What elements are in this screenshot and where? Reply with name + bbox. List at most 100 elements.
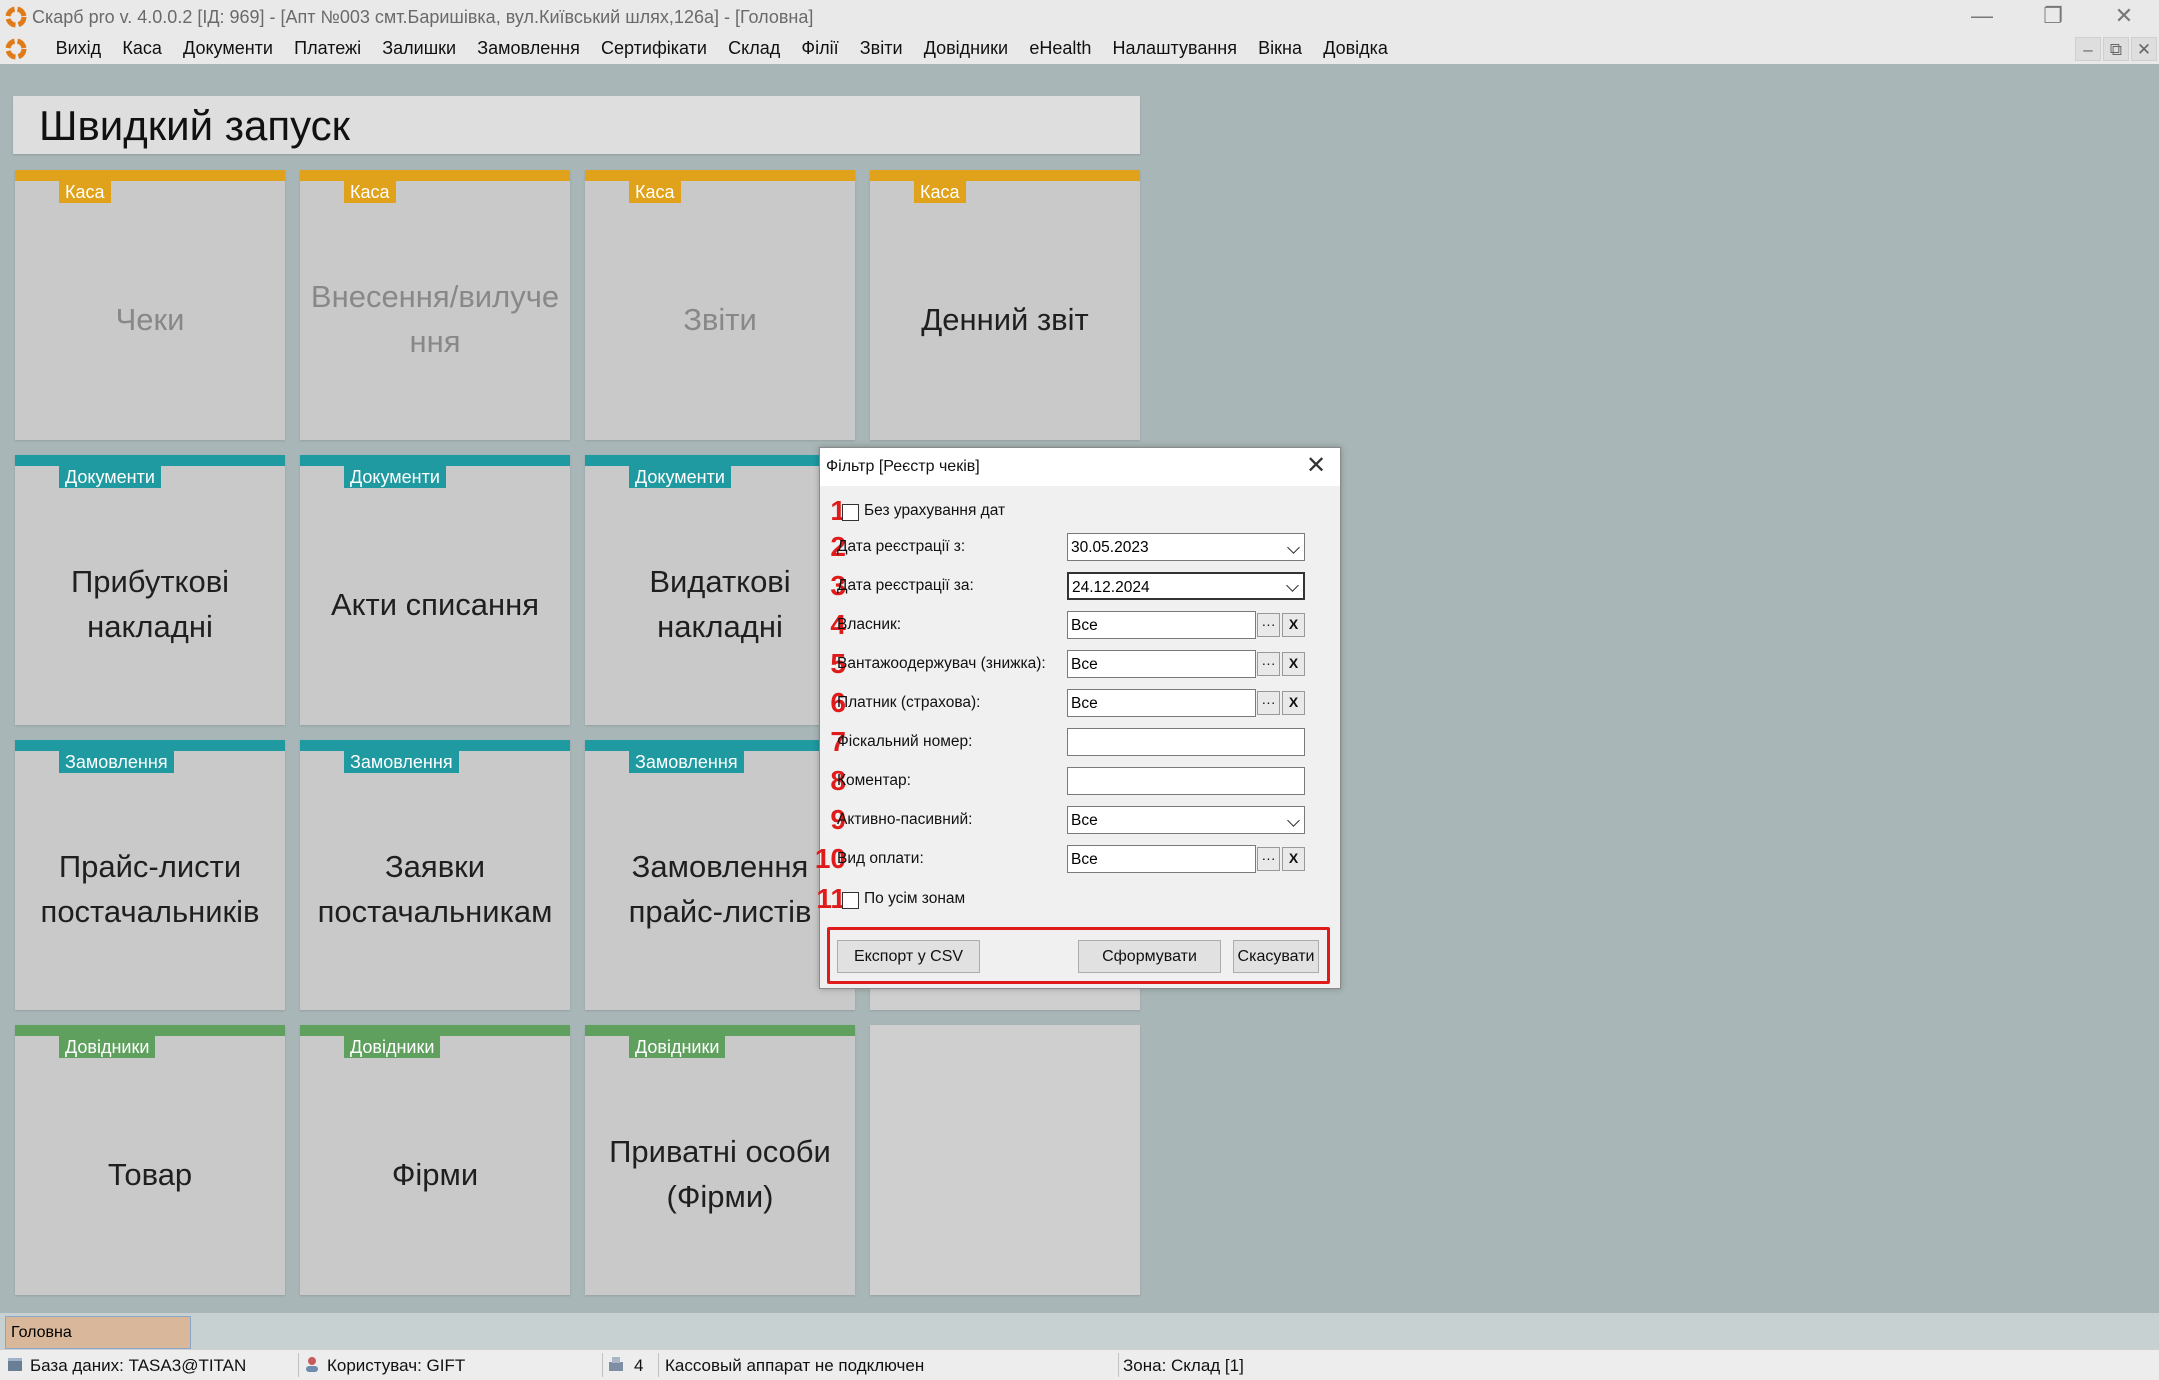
menu-reports[interactable]: Звіти: [849, 38, 913, 59]
payer-lookup-button[interactable]: ···: [1257, 691, 1280, 715]
tile-incoming-invoices[interactable]: Документи Прибуткові накладні: [15, 455, 285, 725]
app-logo-icon: [5, 6, 27, 28]
mdi-restore-button[interactable]: ⧉: [2103, 37, 2129, 61]
tile-category-badge: Замовлення: [344, 751, 459, 773]
tile-label: Видаткові накладні: [649, 564, 791, 644]
window-title: Скарб pro v. 4.0.0.2 [ІД: 969] - [Апт №0…: [32, 7, 814, 27]
status-count: 4: [634, 1356, 644, 1375]
mdi-task-bar: [0, 1313, 2159, 1349]
menu-documents[interactable]: Документи: [172, 38, 283, 59]
row-active-passive: 9 Активно-пасивний: Все: [820, 805, 1340, 835]
owner-label: Власник:: [837, 616, 902, 633]
payment-type-field[interactable]: Все: [1067, 845, 1256, 873]
all-zones-checkbox[interactable]: [842, 892, 859, 909]
menu-ehealth[interactable]: eHealth: [1019, 38, 1102, 59]
dialog-title: Фільтр [Реєстр чеків]: [826, 458, 980, 475]
dialog-titlebar: Фільтр [Реєстр чеків] ✕: [820, 448, 1340, 486]
active-passive-value: Все: [1071, 812, 1098, 829]
tile-category-bar: [300, 170, 570, 181]
tile-category-badge: Замовлення: [59, 751, 174, 773]
status-separator: [602, 1353, 603, 1377]
menu-windows[interactable]: Вікна: [1248, 38, 1313, 59]
menu-stock[interactable]: Залишки: [372, 38, 467, 59]
tile-category-bar: [585, 1025, 855, 1036]
status-cash-register: Кассовый аппарат не подключен: [665, 1356, 925, 1375]
fiscal-number-label: Фіскальний номер:: [837, 733, 973, 750]
owner-lookup-button[interactable]: ···: [1257, 613, 1280, 637]
tile-daily-report[interactable]: Каса Денний звіт: [870, 170, 1140, 440]
menu-cash[interactable]: Каса: [112, 38, 173, 59]
menu-payments[interactable]: Платежі: [284, 38, 372, 59]
restore-button[interactable]: ❐: [2022, 0, 2084, 34]
date-from-value: 30.05.2023: [1071, 539, 1149, 556]
comment-input[interactable]: [1067, 767, 1305, 795]
menu-exit[interactable]: Вихід: [45, 38, 112, 59]
tile-supplier-price-lists[interactable]: Замовлення Прайс-листи постачальників: [15, 740, 285, 1010]
tile-firms[interactable]: Довідники Фірми: [300, 1025, 570, 1295]
payer-clear-button[interactable]: X: [1282, 691, 1305, 715]
menu-branches[interactable]: Філії: [791, 38, 849, 59]
tile-category-bar: [300, 740, 570, 751]
menu-help[interactable]: Довідка: [1313, 38, 1399, 59]
date-to-value: 24.12.2024: [1072, 579, 1150, 596]
payer-field[interactable]: Все: [1067, 689, 1256, 717]
owner-field[interactable]: Все: [1067, 611, 1256, 639]
status-bar: База даних: TASA3@TITAN Користувач: GIFT…: [0, 1349, 2159, 1380]
tile-cash-reports[interactable]: Каса Звіти: [585, 170, 855, 440]
tile-write-off-acts[interactable]: Документи Акти списання: [300, 455, 570, 725]
tile-category-bar: [585, 455, 855, 466]
consignee-field[interactable]: Все: [1067, 650, 1256, 678]
menu-directories[interactable]: Довідники: [913, 38, 1019, 59]
dialog-close-button[interactable]: ✕: [1302, 453, 1330, 481]
minimize-button[interactable]: —: [1951, 0, 2013, 34]
tile-category-badge: Документи: [629, 466, 731, 488]
comment-label: Коментар:: [837, 772, 911, 789]
row-number: 11: [816, 883, 846, 914]
chevron-down-icon[interactable]: [1287, 814, 1300, 827]
active-passive-label: Активно-пасивний:: [837, 811, 973, 828]
mdi-minimize-button[interactable]: –: [2075, 37, 2101, 61]
active-passive-select[interactable]: Все: [1067, 806, 1305, 834]
task-main-window[interactable]: Головна: [5, 1316, 191, 1349]
chevron-down-icon[interactable]: [1286, 579, 1299, 592]
tile-category-bar: [585, 170, 855, 181]
tile-receipts[interactable]: Каса Чеки: [15, 170, 285, 440]
export-csv-button[interactable]: Експорт у CSV: [837, 940, 980, 973]
window-titlebar: Скарб pro v. 4.0.0.2 [ІД: 969] - [Апт №0…: [0, 0, 2159, 35]
date-from-picker[interactable]: 30.05.2023: [1067, 533, 1305, 561]
terminal-icon: [609, 1357, 623, 1371]
tile-cash-in-out[interactable]: Каса Внесення/вилучення: [300, 170, 570, 440]
payer-label: Платник (страхова):: [837, 694, 981, 711]
menu-warehouse[interactable]: Склад: [718, 38, 791, 59]
menu-orders[interactable]: Замовлення: [467, 38, 591, 59]
user-icon: [306, 1357, 318, 1372]
menu-settings[interactable]: Налаштування: [1102, 38, 1248, 59]
tile-category-bar: [15, 740, 285, 751]
fiscal-number-input[interactable]: [1067, 728, 1305, 756]
quick-launch-header: Швидкий запуск: [13, 96, 1140, 154]
mdi-close-button[interactable]: ✕: [2131, 37, 2157, 61]
payment-type-clear-button[interactable]: X: [1282, 847, 1305, 871]
consignee-clear-button[interactable]: X: [1282, 652, 1305, 676]
close-window-button[interactable]: ✕: [2093, 0, 2155, 34]
owner-clear-button[interactable]: X: [1282, 613, 1305, 637]
consignee-lookup-button[interactable]: ···: [1257, 652, 1280, 676]
tile-category-badge: Каса: [914, 181, 966, 203]
tile-label: Прайс-листи постачальників: [40, 849, 260, 929]
tile-supplier-requests[interactable]: Замовлення Заявки постачальникам: [300, 740, 570, 1010]
tile-category-bar: [300, 455, 570, 466]
filter-dialog: Фільтр [Реєстр чеків] ✕ 1 Без урахування…: [815, 447, 1341, 989]
tile-category-badge: Довідники: [344, 1036, 441, 1058]
tile-private-persons[interactable]: Довідники Приватні особи (Фірми): [585, 1025, 855, 1295]
menu-certificates[interactable]: Сертифікати: [590, 38, 717, 59]
date-to-picker[interactable]: 24.12.2024: [1067, 572, 1305, 600]
tile-category-badge: Каса: [629, 181, 681, 203]
cancel-button[interactable]: Скасувати: [1233, 940, 1319, 973]
tile-goods[interactable]: Довідники Товар: [15, 1025, 285, 1295]
app-menu-icon[interactable]: [4, 37, 28, 61]
date-to-label: Дата реєстрації за:: [837, 577, 974, 594]
generate-button[interactable]: Сформувати: [1078, 940, 1221, 973]
chevron-down-icon[interactable]: [1287, 541, 1300, 554]
ignore-dates-checkbox[interactable]: [842, 504, 859, 521]
payment-type-lookup-button[interactable]: ···: [1257, 847, 1280, 871]
